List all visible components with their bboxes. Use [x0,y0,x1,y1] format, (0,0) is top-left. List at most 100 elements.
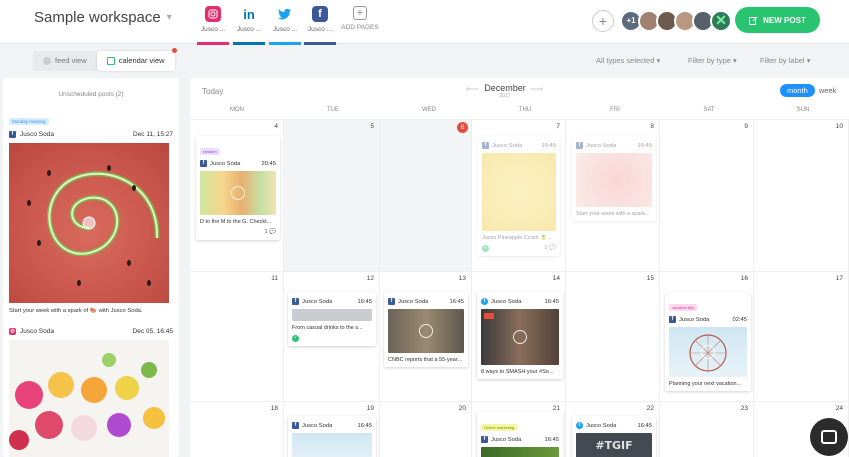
link-icon [513,330,527,344]
post-time: 16:45 [544,436,559,443]
week-button[interactable]: week [819,86,837,95]
calendar-view-button[interactable]: calendar view [96,48,177,71]
day-number: 9 [744,123,748,130]
add-member-button[interactable]: + [592,10,614,32]
day-cell[interactable]: 5 [284,120,380,272]
day-cell[interactable]: 18 [190,402,284,457]
link-icon [231,186,245,200]
post-label-tag: Online marketing [481,424,518,431]
twitter-icon [277,6,293,22]
team-avatars[interactable]: +1 ✕ [620,10,732,32]
post-account: Jusco Soda [210,160,241,167]
facebook-icon: f [9,131,16,138]
account-underline [269,42,301,45]
types-filter[interactable]: All types selected ▾ [596,56,660,65]
account-underline [304,42,336,45]
twitter-icon: t [576,422,583,429]
account-label: Jusco ... [200,26,226,33]
scheduled-post[interactable]: t Jusco Soda 16:45 #TGIF [572,416,656,457]
day-number: 7 [556,123,560,130]
post-time: 02:45 [732,316,747,323]
scheduled-post[interactable]: f Jusco Soda 16:45 [288,416,376,457]
day-number: 5 [370,123,374,130]
published-check-icon: ✓ [482,244,489,252]
post-text: D to the M to the G. Checkt... [200,219,272,225]
brand-logo-icon: ✕ [710,10,732,32]
unscheduled-post[interactable]: ◎ Jusco Soda Dec 05, 16:45 [9,325,173,457]
scheduled-post[interactable]: t Jusco Soda 16:45 8 ways to SMASH your #S… [477,292,563,379]
account-tab-facebook[interactable]: f Jusco ... [304,6,336,45]
calendar-grid: 4 5 6 7 8 9 10 11 12 13 14 15 16 17 18 1… [190,119,849,457]
post-image [9,143,169,303]
facebook-icon: f [669,316,676,323]
post-label-tag: vacation tips [669,304,698,311]
day-number: 10 [835,123,843,130]
post-account: Jusco Soda [20,328,54,335]
scheduled-post[interactable]: Online marketing f Jusco Soda 16:45 [477,412,563,457]
day-cell[interactable]: 15 [566,272,660,402]
scheduled-post[interactable]: f Jusco Soda 16:45 CNBC reports that a 55-… [384,292,468,367]
scheduled-post[interactable]: random f Jusco Soda 20:45 D to the M to th… [196,136,280,240]
view-toggle: feed view calendar view [33,48,177,71]
day-cell[interactable]: 11 [190,272,284,402]
chat-support-button[interactable] [810,418,848,456]
month-button[interactable]: month [780,84,815,97]
scheduled-post[interactable]: f Jusco Soda 16:45 From casual drinks to t… [288,292,376,346]
post-time: 16:45 [357,422,372,429]
scheduled-post[interactable]: vacation tips f Jusco Soda 02:45 Planning … [665,292,751,391]
next-month-arrow-icon[interactable]: ⟶ [530,84,543,95]
scheduled-post[interactable]: f Jusco Soda 16:45 Start your week with a … [572,136,656,221]
chat-icon [821,430,837,444]
new-post-label: NEW POST [763,15,806,25]
post-date: Dec 05, 16:45 [132,328,173,335]
day-number: 12 [366,275,374,282]
month-name: December [484,83,526,93]
account-tab-linkedin[interactable]: in Jusco ... [233,6,265,45]
facebook-icon: f [388,298,395,305]
day-header: SAT [703,107,715,113]
post-text: Planning your next vacation... [669,381,742,387]
day-cell[interactable]: 17 [754,272,849,402]
calendar-icon [106,57,115,65]
scheduled-post[interactable]: f Jusco Soda 16:45 Jusco Pineapple Crush 🍍… [478,136,560,256]
post-text: CNBC reports that a 55-year... [388,357,462,363]
account-tab-instagram[interactable]: Jusco ... [197,6,229,45]
post-account: Jusco Soda [491,436,522,443]
post-image [200,171,276,215]
post-image [292,309,372,321]
link-icon [701,345,715,359]
account-label: Jusco ... [307,26,333,33]
post-account: Jusco Soda [586,422,617,429]
day-number: 18 [270,405,278,412]
filter-by-type[interactable]: Filter by type ▾ [688,56,737,65]
post-caption: Start your week with a spark of 🍉 with J… [9,308,143,314]
day-cell[interactable]: 20 [380,402,472,457]
facebook-icon: f [292,298,299,305]
day-cell[interactable]: 10 [754,120,849,272]
workspace-selector[interactable]: Sample workspace ▾ [34,9,172,26]
post-time: 16:45 [544,298,559,305]
account-label: Jusco ... [272,26,298,33]
account-tab-twitter[interactable]: Jusco ... [269,6,301,45]
facebook-icon: f [576,142,583,149]
post-text: Jusco Pineapple Crush 🍍... [482,235,552,241]
today-button[interactable]: Today [202,87,223,96]
account-underline [197,42,229,45]
day-header: FRI [610,107,620,113]
unscheduled-post[interactable]: Monday morning f Jusco Soda Dec 11, 15:2… [9,110,173,314]
post-image [669,327,747,377]
feed-view-button[interactable]: feed view [33,51,97,71]
comment-count: 0 💬 [544,245,556,251]
day-cell[interactable]: 23 [660,402,754,457]
post-image: #TGIF [576,433,652,457]
feed-icon [43,57,51,65]
day-cell[interactable]: 6 [380,120,472,272]
day-cell[interactable]: 9 [660,120,754,272]
facebook-icon: f [482,142,489,149]
add-pages-button[interactable]: + ADD PAGES [340,6,380,31]
day-number: 22 [646,405,654,412]
post-account: Jusco Soda [302,422,333,429]
new-post-button[interactable]: NEW POST [735,7,820,33]
prev-month-arrow-icon[interactable]: ⟵ [466,84,479,95]
filter-by-label[interactable]: Filter by label ▾ [760,56,810,65]
